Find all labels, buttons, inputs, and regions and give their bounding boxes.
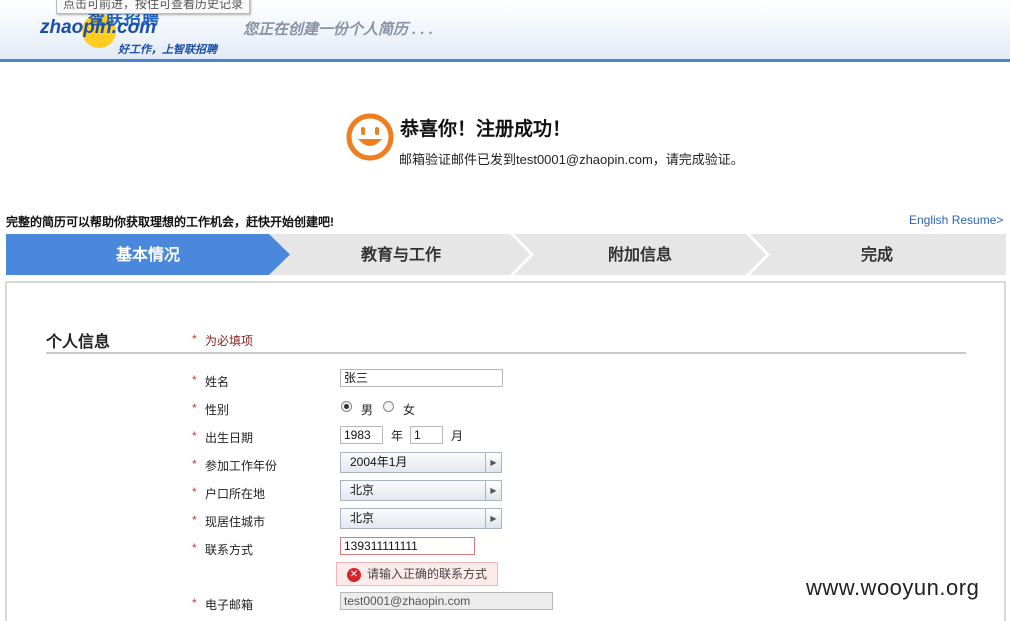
error-x-icon: ✕ — [347, 568, 361, 582]
promo-text: 完整的简历可以帮助你获取理想的工作机会，赶快开始创建吧! — [6, 215, 334, 229]
step-basic-info-label: 基本情况 — [115, 245, 180, 264]
work-start-value: 2004年1月 — [350, 455, 408, 469]
required-star: * — [192, 541, 197, 555]
smiley-icon — [346, 113, 394, 161]
step-complete[interactable]: 完成 — [748, 234, 1006, 275]
year-unit: 年 — [391, 429, 404, 443]
required-note: 为必填项 — [205, 334, 254, 348]
section-divider — [46, 352, 966, 354]
residence-value: 北京 — [350, 511, 375, 525]
chevron-right-icon[interactable]: ▶ — [485, 481, 501, 500]
email-label: 电子邮箱 — [205, 598, 254, 612]
section-title: 个人信息 — [46, 332, 111, 351]
name-label: 姓名 — [205, 375, 230, 389]
english-resume-link[interactable]: English Resume> — [909, 213, 1003, 227]
contact-input[interactable]: 139311111111 — [340, 537, 475, 555]
logo-slogan: 好工作，上智联招聘 — [118, 44, 217, 56]
chevron-right-icon[interactable]: ▶ — [485, 509, 501, 528]
chevron-right-icon[interactable]: ▶ — [485, 453, 501, 472]
required-star: * — [192, 513, 197, 527]
gender-male-label[interactable]: 男 — [361, 401, 373, 418]
step-separator — [510, 234, 534, 275]
hukou-value: 北京 — [350, 483, 375, 497]
residence-select[interactable]: 北京 ▶ — [340, 508, 502, 529]
required-star: * — [192, 429, 197, 443]
hukou-select[interactable]: 北京 ▶ — [340, 480, 502, 501]
step-additional-info[interactable]: 附加信息 — [512, 234, 768, 275]
form-container — [5, 281, 1006, 621]
required-star: * — [192, 401, 197, 415]
success-title: 恭喜你！注册成功！ — [400, 118, 572, 140]
browser-tooltip: 点击可前进，按住可查看历史记录 — [56, 0, 251, 14]
contact-label: 联系方式 — [205, 543, 254, 557]
month-unit: 月 — [451, 429, 464, 443]
gender-female-label[interactable]: 女 — [403, 401, 415, 418]
gender-male-radio[interactable] — [341, 401, 352, 412]
success-message: 邮箱验证邮件已发到test0001@zhaopin.com，请完成验证。 — [399, 152, 744, 167]
step-separator — [746, 234, 770, 275]
contact-error-text: 请输入正确的联系方式 — [367, 567, 488, 581]
step-basic-info[interactable]: 基本情况 — [6, 234, 290, 275]
watermark: www.wooyun.org — [806, 575, 980, 600]
work-start-select[interactable]: 2004年1月 ▶ — [340, 452, 502, 473]
required-star: * — [192, 332, 197, 346]
gender-label: 性别 — [205, 403, 230, 417]
step-education-work[interactable]: 教育与工作 — [270, 234, 532, 275]
hukou-label: 户口所在地 — [205, 487, 266, 501]
header-subtitle: 您正在创建一份个人简历 . . . — [243, 21, 434, 38]
gender-female-radio[interactable] — [383, 401, 394, 412]
required-star: * — [192, 485, 197, 499]
required-star: * — [192, 373, 197, 387]
contact-error-tip: ✕ 请输入正确的联系方式 — [336, 562, 498, 586]
required-star: * — [192, 596, 197, 610]
birth-label: 出生日期 — [205, 431, 254, 445]
birth-year-input[interactable]: 1983 — [340, 426, 383, 444]
header-divider — [0, 59, 1010, 62]
residence-label: 现居住城市 — [205, 515, 266, 529]
logo-english[interactable]: zhaopin.com — [40, 17, 156, 39]
name-input[interactable]: 张三 — [340, 369, 503, 387]
email-input: test0001@zhaopin.com — [340, 592, 553, 610]
birth-month-input[interactable]: 1 — [410, 426, 443, 444]
work-start-label: 参加工作年份 — [205, 459, 278, 473]
required-star: * — [192, 457, 197, 471]
